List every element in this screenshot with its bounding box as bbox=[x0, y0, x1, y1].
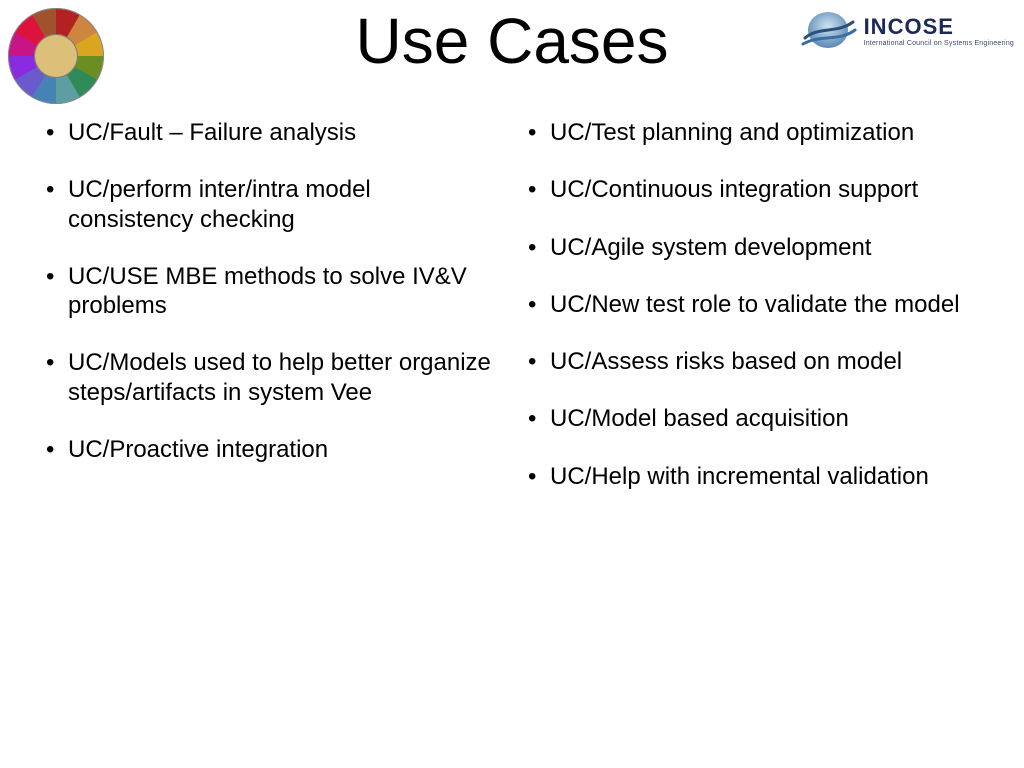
list-item: UC/Test planning and optimization bbox=[522, 118, 984, 147]
left-column: UC/Fault – Failure analysis UC/perform i… bbox=[40, 118, 502, 519]
incose-brand: INCOSE bbox=[864, 14, 1014, 40]
left-bullet-list: UC/Fault – Failure analysis UC/perform i… bbox=[40, 118, 502, 464]
list-item: UC/Agile system development bbox=[522, 233, 984, 262]
list-item: UC/perform inter/intra model consistency… bbox=[40, 175, 502, 234]
list-item: UC/Help with incremental validation bbox=[522, 462, 984, 491]
list-item: UC/New test role to validate the model bbox=[522, 290, 984, 319]
list-item: UC/Fault – Failure analysis bbox=[40, 118, 502, 147]
slide: Use Cases INCOSE Internation bbox=[0, 0, 1024, 768]
list-item: UC/Assess risks based on model bbox=[522, 347, 984, 376]
right-bullet-list: UC/Test planning and optimization UC/Con… bbox=[522, 118, 984, 491]
right-column: UC/Test planning and optimization UC/Con… bbox=[522, 118, 984, 519]
slide-body: UC/Fault – Failure analysis UC/perform i… bbox=[0, 110, 1024, 519]
incose-tagline: International Council on Systems Enginee… bbox=[864, 40, 1014, 47]
list-item: UC/Models used to help better organize s… bbox=[40, 348, 502, 407]
slide-header: Use Cases INCOSE Internation bbox=[0, 0, 1024, 110]
globe-swirl-icon bbox=[799, 8, 857, 52]
list-item: UC/Proactive integration bbox=[40, 435, 502, 464]
list-item: UC/Model based acquisition bbox=[522, 404, 984, 433]
list-item: UC/USE MBE methods to solve IV&V problem… bbox=[40, 262, 502, 321]
list-item: UC/Continuous integration support bbox=[522, 175, 984, 204]
incose-logo: INCOSE International Council on Systems … bbox=[799, 8, 1014, 52]
incose-text-block: INCOSE International Council on Systems … bbox=[864, 14, 1014, 47]
